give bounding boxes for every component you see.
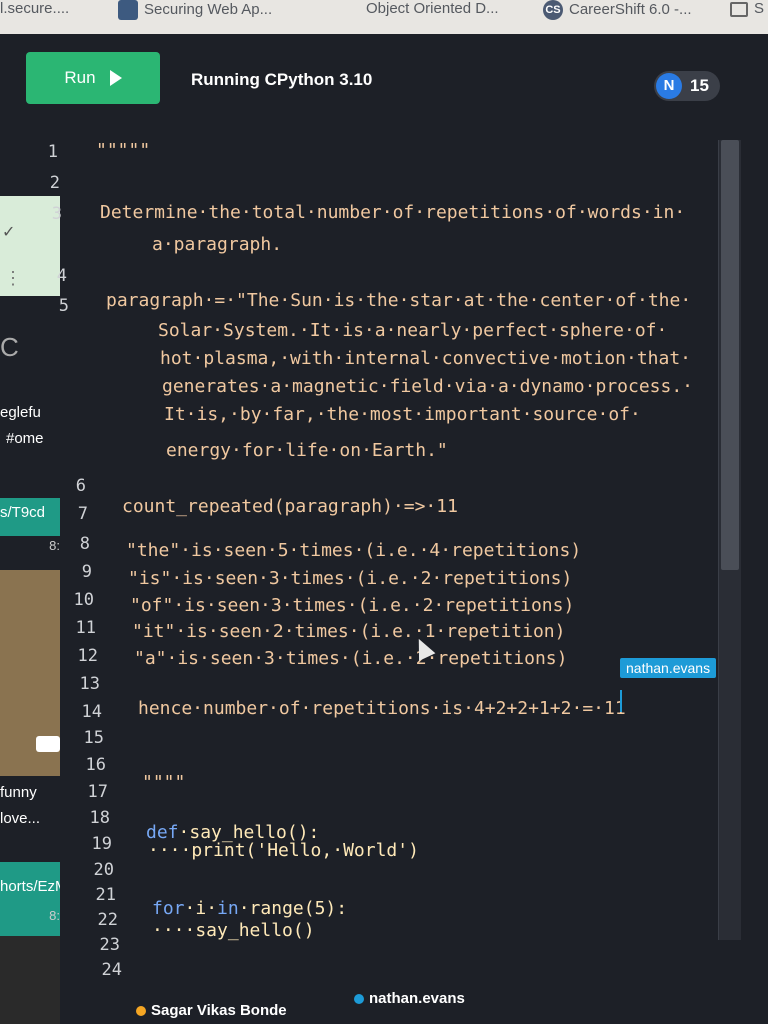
run-button[interactable]: Run — [26, 52, 160, 104]
chevron-down-icon: ✓ — [2, 224, 16, 241]
user-count-badge[interactable]: N 15 — [654, 71, 720, 101]
line-number: 5 — [58, 296, 69, 316]
cs-icon: CS — [543, 0, 563, 20]
code-line[interactable]: hence·number·of·repetitions·is·4+2+2+1+2… — [138, 698, 626, 719]
code-line[interactable]: """" — [142, 772, 185, 793]
line-number: 6 — [75, 476, 86, 496]
line-number: 20 — [93, 860, 114, 880]
line-number: 1 — [47, 142, 58, 162]
folder-icon — [730, 1, 748, 17]
code-line[interactable]: "of"·is·seen·3·times·(i.e.·2·repetitions… — [130, 595, 574, 616]
code-line[interactable]: """"" — [96, 140, 150, 161]
status-dot — [136, 1006, 146, 1017]
line-number: 9 — [81, 562, 92, 582]
code-line[interactable]: for·i·in·range(5): — [152, 898, 347, 919]
bookmark-label: Object Oriented D... — [366, 0, 499, 17]
line-number: 13 — [79, 674, 100, 694]
play-icon — [109, 70, 122, 86]
line-number: 16 — [85, 755, 106, 775]
user-count: 15 — [690, 76, 709, 95]
video-title: funny — [0, 784, 37, 801]
bookmark-label: S — [754, 0, 765, 17]
bookmark-item[interactable]: Object Oriented D... — [366, 0, 499, 17]
text-fragment: #ome — [6, 430, 44, 447]
collaborator-name: Sagar Vikas Bonde — [151, 1002, 287, 1019]
line-number: 21 — [95, 885, 116, 905]
code-text: ·i· — [184, 898, 218, 919]
line-number: 24 — [101, 960, 122, 980]
bookmark-label: l.secure.... — [0, 0, 70, 17]
line-number: 22 — [97, 910, 118, 930]
code-line[interactable]: "is"·is·seen·3·times·(i.e.·2·repetitions… — [128, 568, 572, 589]
site-icon — [118, 0, 138, 20]
code-line[interactable]: Solar·System.·It·is·a·nearly·perfect·sph… — [158, 320, 667, 341]
line-number: 19 — [91, 834, 112, 854]
code-line[interactable]: ····say_hello() — [152, 920, 315, 941]
bookmark-label: CareerShift 6.0 -... — [569, 0, 692, 18]
collaborator-name: nathan.evans — [369, 990, 465, 1007]
bookmarks-bar: l.secure.... Securing Web Ap... Object O… — [0, 0, 768, 34]
run-label: Run — [64, 68, 96, 87]
code-line[interactable]: It·is,·by·far,·the·most·important·source… — [164, 404, 641, 425]
line-number: 17 — [87, 782, 108, 802]
line-number: 12 — [77, 646, 98, 666]
bookmark-folder[interactable]: S — [730, 0, 768, 17]
avatar: N — [656, 73, 682, 99]
refresh-letter: C — [0, 332, 19, 362]
video-title: love... — [0, 810, 41, 827]
wallpaper — [0, 936, 60, 1024]
bookmark-label: Securing Web Ap... — [144, 0, 273, 18]
collaborators-bar: Sagar Vikas Bonde nathan.evans — [100, 990, 768, 1024]
code-line[interactable]: "a"·is·seen·3·times·(i.e.·2·repetitions) — [134, 648, 567, 669]
runtime-status: Running CPython 3.10 — [191, 70, 373, 89]
collaborator-cursor-label: nathan.evans — [620, 658, 717, 678]
code-line[interactable]: "it"·is·seen·2·times·(i.e.·1·repetition) — [132, 621, 565, 642]
line-number: 2 — [49, 173, 60, 193]
line-number: 11 — [75, 618, 96, 638]
code-line[interactable]: a·paragraph. — [152, 234, 282, 255]
code-line[interactable]: ····print('Hello,·World') — [148, 840, 419, 861]
bookmark-item[interactable]: CS CareerShift 6.0 -... — [543, 0, 692, 20]
line-number: 10 — [73, 590, 94, 610]
collaborator[interactable]: nathan.evans — [354, 990, 465, 1007]
vertical-scrollbar[interactable] — [718, 140, 741, 940]
collaborator-cursor-caret — [620, 690, 622, 712]
keyword: for — [152, 898, 185, 919]
line-number: 14 — [81, 702, 102, 722]
number-fragment: 8: — [49, 908, 60, 923]
line-number: 15 — [83, 728, 104, 748]
code-line[interactable]: hot·plasma,·with·internal·convective·mot… — [160, 348, 691, 369]
code-line[interactable]: generates·a·magnetic·field·via·a·dynamo·… — [162, 376, 693, 397]
scrollbar-thumb[interactable] — [721, 140, 739, 570]
line-number: 23 — [99, 935, 120, 955]
code-text: ·range(5): — [238, 898, 348, 919]
code-line[interactable]: "the"·is·seen·5·times·(i.e.·4·repetition… — [126, 540, 581, 561]
line-number: 3 — [51, 204, 62, 224]
code-line[interactable]: energy·for·life·on·Earth." — [166, 440, 448, 461]
code-line[interactable]: paragraph·=·"The·Sun·is·the·star·at·the·… — [106, 290, 691, 311]
line-number: 8 — [79, 534, 90, 554]
line-number: 4 — [56, 266, 67, 286]
collaborator[interactable]: Sagar Vikas Bonde — [136, 1002, 287, 1019]
code-line[interactable]: Determine·the·total·number·of·repetition… — [100, 202, 685, 223]
line-number: 18 — [89, 808, 110, 828]
text-fragment: eglefu — [0, 404, 41, 421]
code-line[interactable]: count_repeated(paragraph)·=>·11 — [122, 496, 458, 517]
line-number: 7 — [77, 504, 88, 524]
status-dot — [354, 994, 364, 1005]
keyword: in — [217, 898, 239, 919]
bookmark-item[interactable]: Securing Web Ap... — [118, 0, 272, 20]
bookmark-item[interactable]: l.secure.... — [0, 0, 69, 17]
background-browser-panel: ✓ ⋮ C eglefu #ome s/T9cd 8: funny love..… — [0, 196, 60, 1024]
